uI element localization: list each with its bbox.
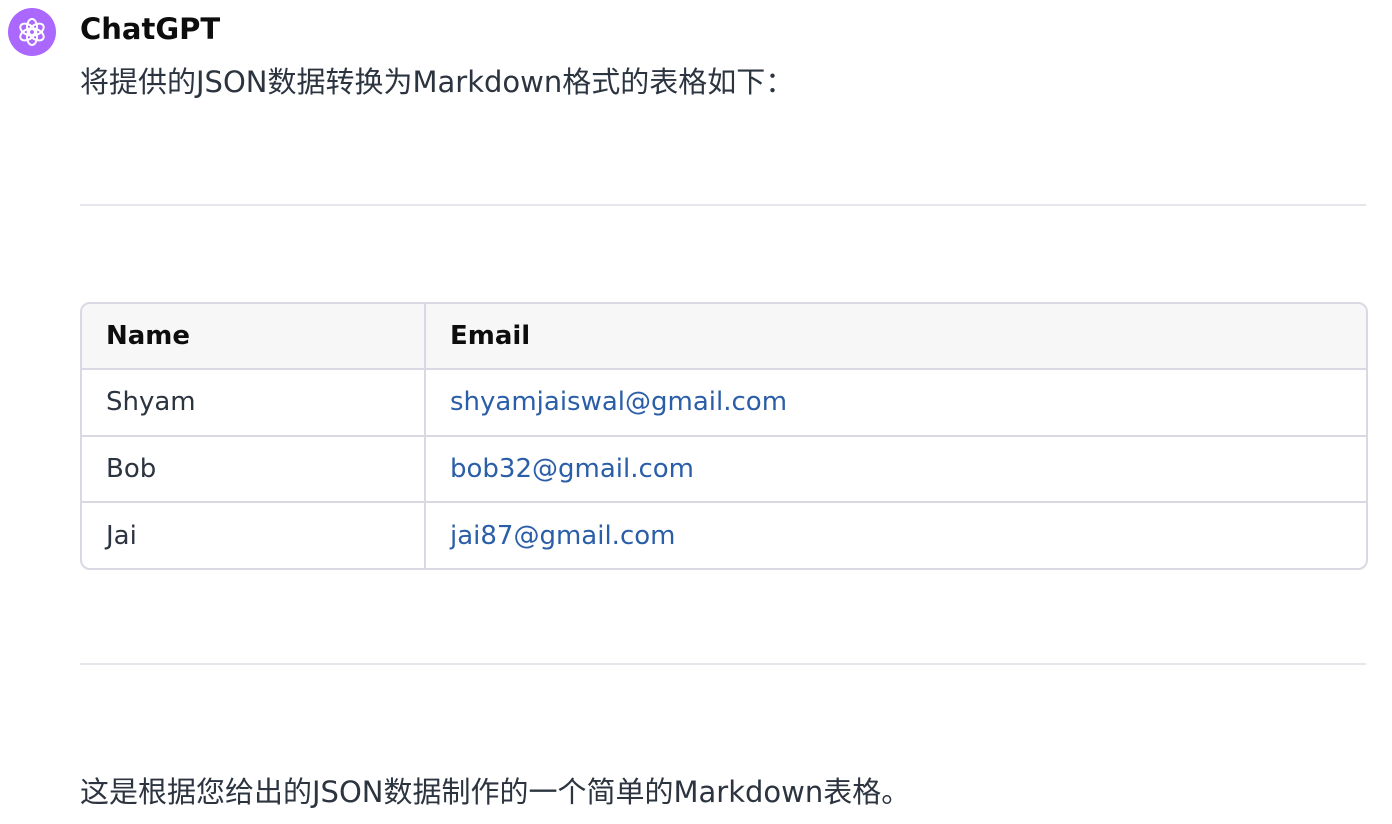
cell-name: Shyam (82, 369, 426, 437)
cell-name: Jai (82, 502, 426, 568)
cell-email-link[interactable]: shyamjaiswal@gmail.com (425, 369, 1366, 437)
markdown-table: Name Email Shyam shyamjaiswal@gmail.com … (80, 302, 1368, 570)
cell-email-link[interactable]: jai87@gmail.com (425, 502, 1366, 568)
column-header-email: Email (425, 304, 1366, 370)
table-row: Shyam shyamjaiswal@gmail.com (82, 369, 1366, 437)
assistant-message: ChatGPT 将提供的JSON数据转换为Markdown格式的表格如下： Na… (0, 0, 1392, 824)
table-row: Jai jai87@gmail.com (82, 502, 1366, 568)
column-header-name: Name (82, 304, 426, 370)
outro-text: 这是根据您给出的JSON数据制作的一个简单的Markdown表格。 (80, 775, 911, 809)
data-table: Name Email Shyam shyamjaiswal@gmail.com … (82, 304, 1366, 568)
openai-logo-icon (19, 18, 45, 46)
avatar (8, 8, 56, 56)
email-link[interactable]: bob32@gmail.com (450, 454, 694, 484)
email-link[interactable]: shyamjaiswal@gmail.com (450, 387, 787, 417)
divider-top (80, 204, 1366, 206)
cell-name: Bob (82, 435, 426, 504)
table-row: Bob bob32@gmail.com (82, 435, 1366, 504)
email-link[interactable]: jai87@gmail.com (450, 521, 675, 551)
table-header-row: Name Email (82, 304, 1366, 370)
cell-email-link[interactable]: bob32@gmail.com (425, 435, 1366, 504)
author-name: ChatGPT (80, 12, 221, 46)
intro-text: 将提供的JSON数据转换为Markdown格式的表格如下： (80, 65, 795, 99)
divider-bottom (80, 663, 1366, 665)
